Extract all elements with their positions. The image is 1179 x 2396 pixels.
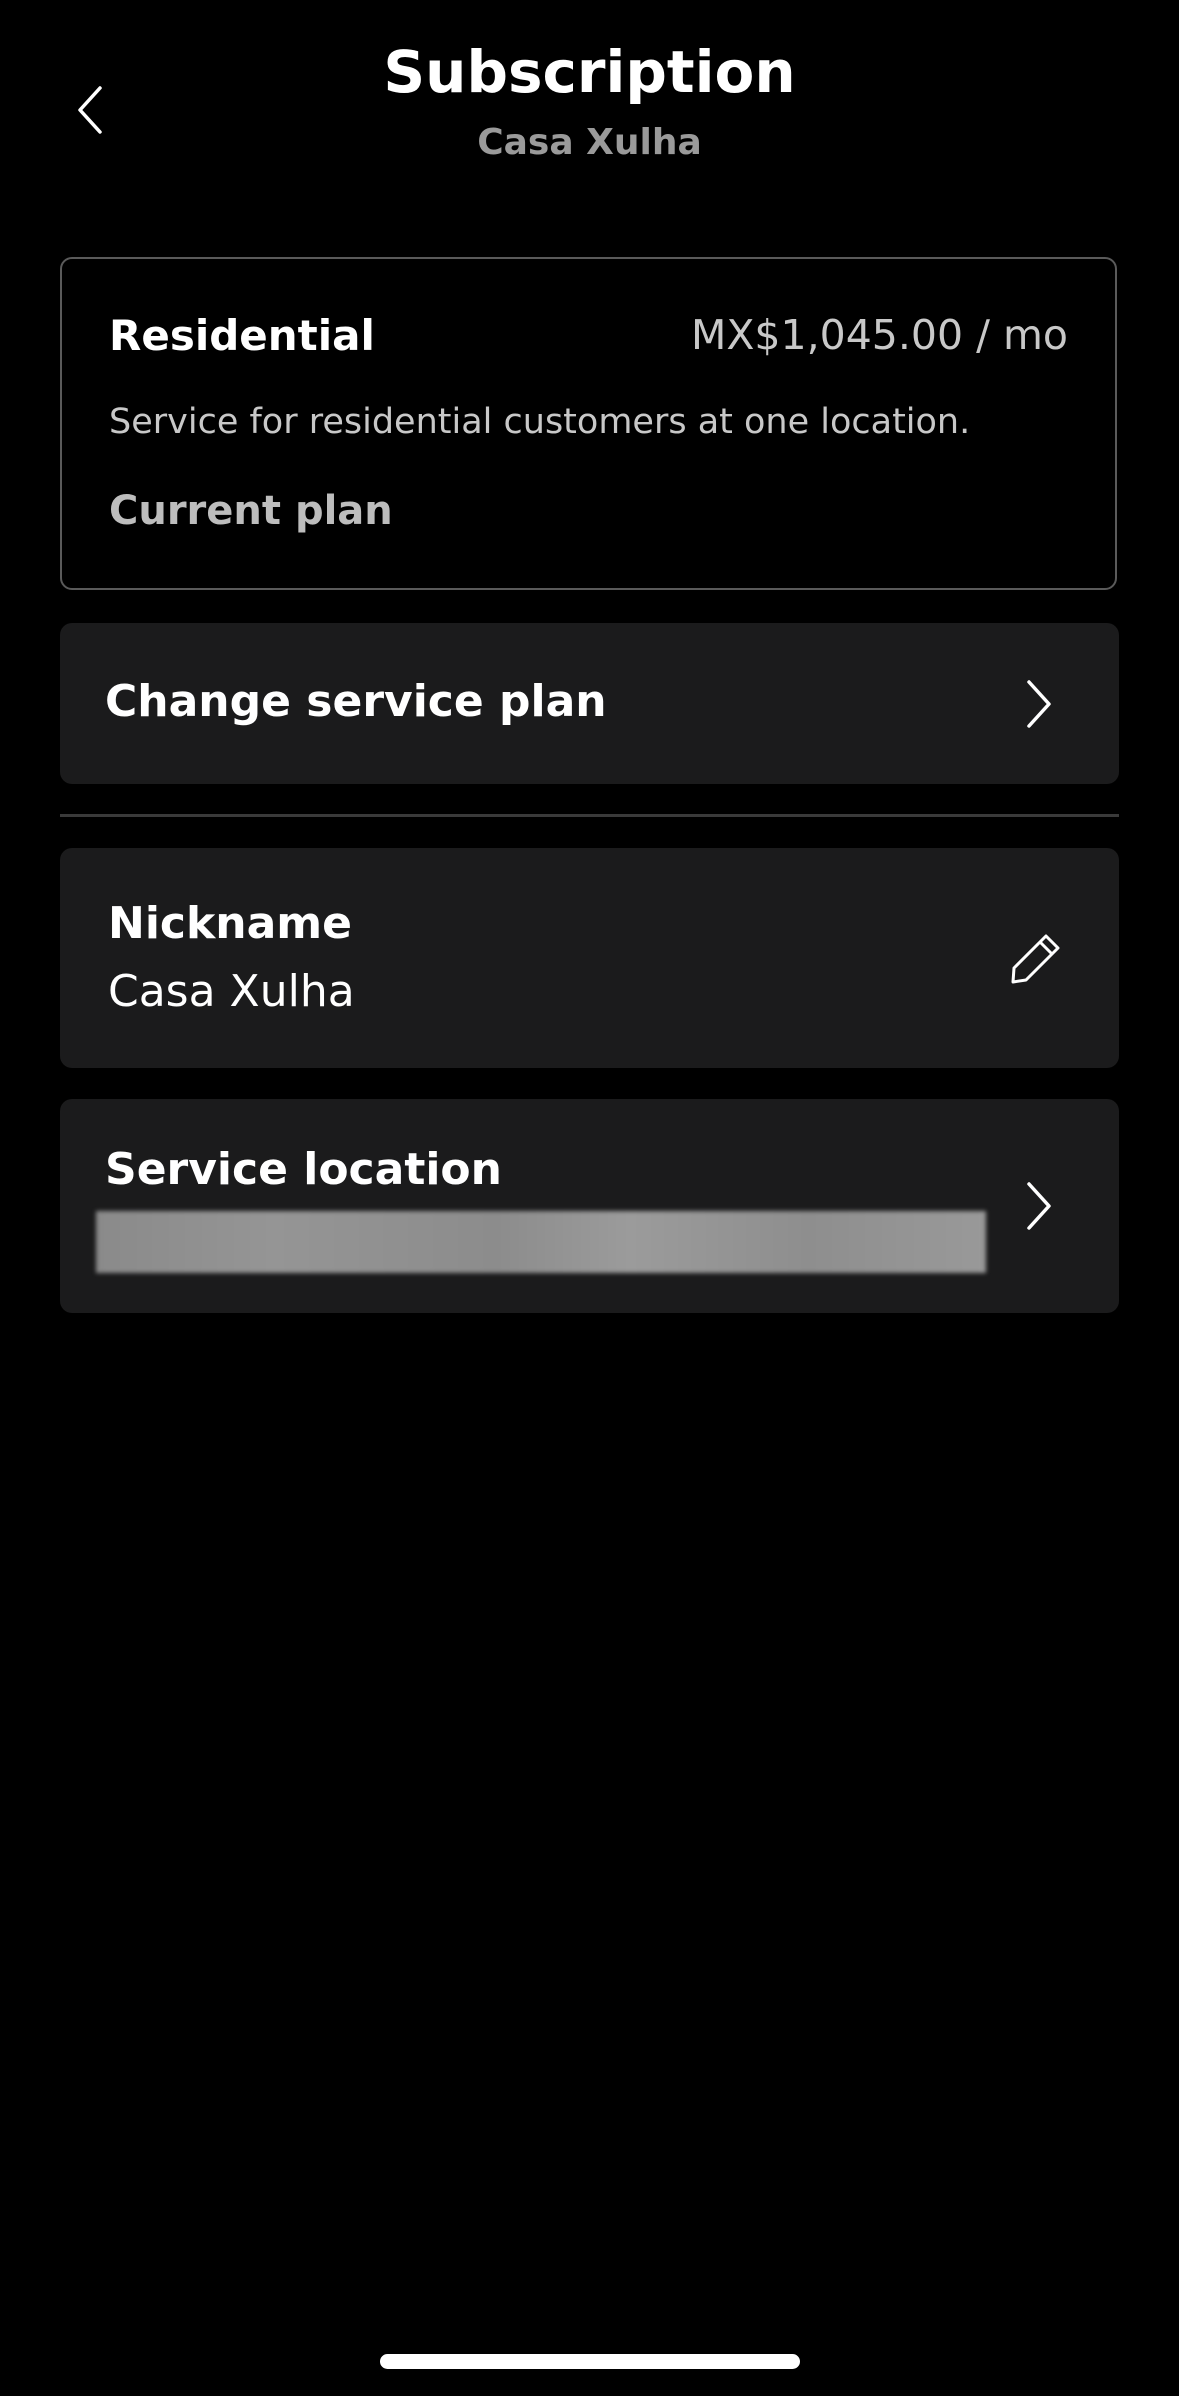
plan-status: Current plan xyxy=(109,488,393,534)
redacted-address xyxy=(96,1211,986,1273)
service-location-label: Service location xyxy=(105,1144,502,1195)
plan-description: Service for residential customers at one… xyxy=(109,402,971,442)
plan-price: MX$1,045.00 / mo xyxy=(690,311,1068,359)
service-location-button[interactable]: Service location xyxy=(60,1099,1119,1313)
chevron-right-icon xyxy=(1027,680,1051,728)
home-indicator[interactable] xyxy=(380,2354,800,2369)
chevron-right-icon xyxy=(1027,1182,1051,1230)
change-service-plan-label: Change service plan xyxy=(105,676,607,727)
change-service-plan-button[interactable]: Change service plan xyxy=(60,623,1119,784)
nickname-row: Nickname Casa Xulha xyxy=(60,848,1119,1068)
page-subtitle: Casa Xulha xyxy=(477,122,702,163)
nickname-label: Nickname xyxy=(108,898,352,949)
pencil-icon[interactable] xyxy=(1008,930,1064,986)
plan-name: Residential xyxy=(109,311,375,360)
current-plan-card: Residential MX$1,045.00 / mo Service for… xyxy=(60,257,1117,590)
page-title: Subscription xyxy=(383,38,796,106)
section-divider xyxy=(60,814,1119,817)
nickname-value: Casa Xulha xyxy=(108,966,355,1017)
